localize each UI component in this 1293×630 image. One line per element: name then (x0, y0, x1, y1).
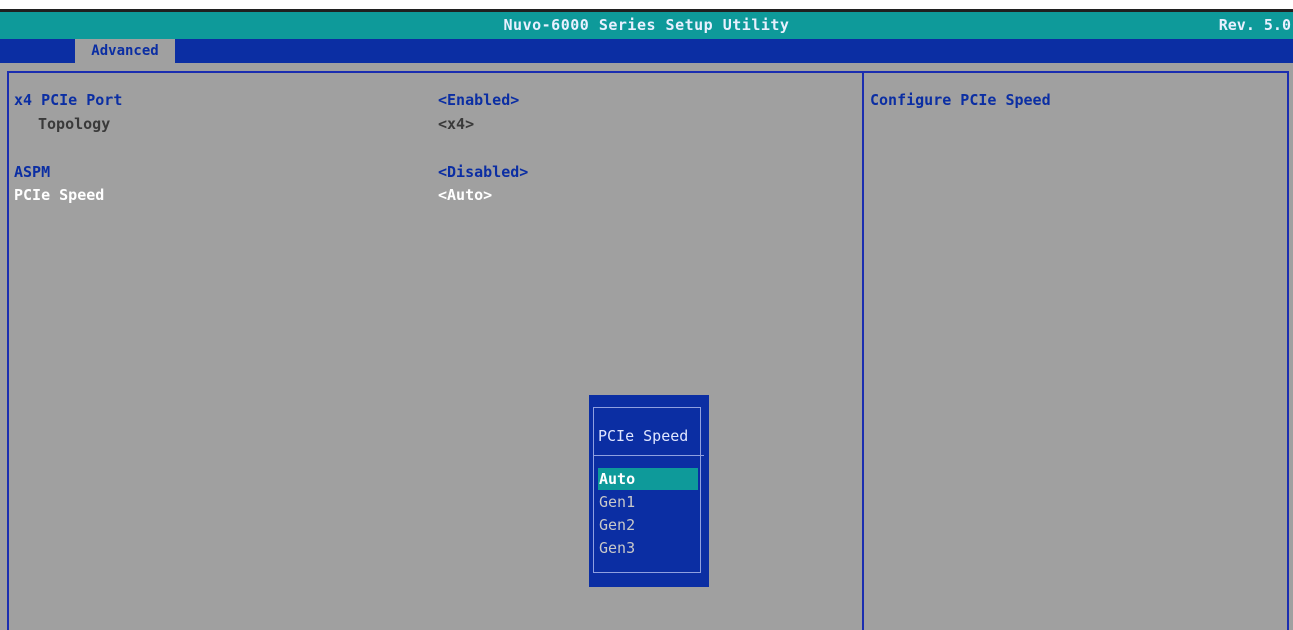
setting-topology-label: Topology (38, 115, 111, 133)
popup-title: PCIe Speed (598, 427, 689, 445)
setting-topology-value: <x4> (438, 115, 475, 133)
setting-pcie-speed-value[interactable]: <Auto> (438, 186, 492, 204)
popup-option-gen1[interactable]: Gen1 (598, 491, 698, 513)
title-bar: Nuvo-6000 Series Setup Utility Rev. 5.0 (0, 9, 1293, 39)
window-title: Nuvo-6000 Series Setup Utility (503, 16, 790, 34)
popup-option-gen2[interactable]: Gen2 (598, 514, 698, 536)
setting-x4-pcie-port-value[interactable]: <Enabled> (438, 91, 519, 109)
help-text: Configure PCIe Speed (870, 91, 1051, 109)
revision-label: Rev. 5.0 (1218, 16, 1291, 34)
panel-divider (862, 71, 864, 630)
popup-option-gen3[interactable]: Gen3 (598, 537, 698, 559)
setting-x4-pcie-port-label[interactable]: x4 PCIe Port (14, 91, 122, 109)
popup-separator (594, 455, 704, 456)
setting-aspm-value[interactable]: <Disabled> (438, 163, 528, 181)
setting-aspm-label[interactable]: ASPM (14, 163, 50, 181)
popup-option-auto[interactable]: Auto (598, 468, 698, 490)
setting-pcie-speed-label[interactable]: PCIe Speed (14, 186, 104, 204)
top-strip (0, 0, 1293, 9)
tab-advanced[interactable]: Advanced (75, 39, 175, 63)
tab-bar: Advanced (0, 39, 1293, 63)
